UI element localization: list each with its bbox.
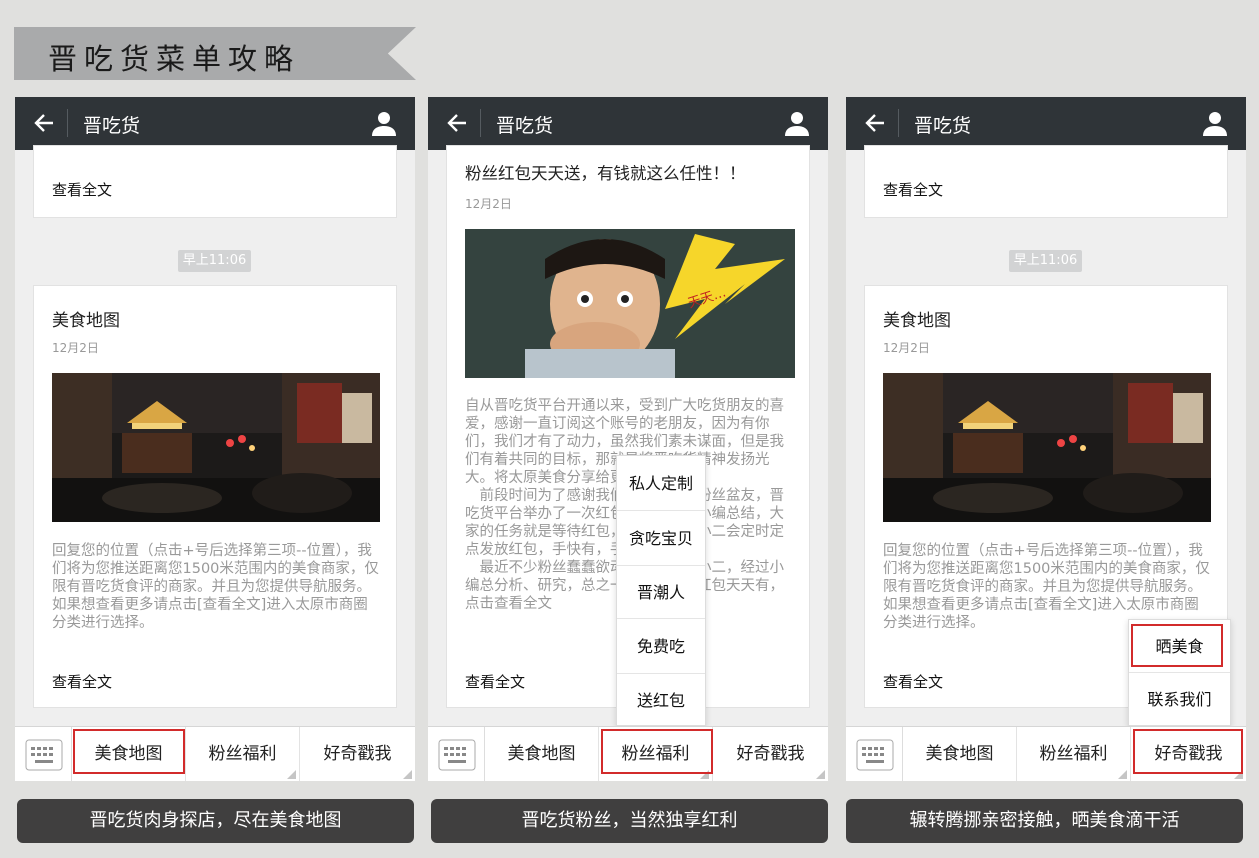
menu-food-map[interactable]: 美食地图 [72, 727, 186, 781]
menu-food-map[interactable]: 美食地图 [485, 727, 599, 781]
menu-fan-benefits[interactable]: 粉丝福利 [599, 727, 713, 781]
user-profile-icon[interactable] [1202, 110, 1228, 136]
submenu-item[interactable]: 免费吃 [617, 619, 705, 674]
submenu-item[interactable]: 送红包 [617, 674, 705, 727]
menu-label: 粉丝福利 [1039, 744, 1108, 764]
menu-label: 好奇戳我 [736, 744, 805, 764]
time-badge: 早上11:06 [178, 250, 251, 272]
article-card[interactable]: 美食地图 12月2日 回复您的位置（点击+号后选择第三项--位置），我们将为您推… [33, 285, 397, 708]
menu-label: 好奇戳我 [1154, 744, 1223, 764]
submenu-popup: 私人定制 贪吃宝贝 晋潮人 免费吃 送红包 [616, 455, 706, 726]
submenu-indicator-icon [700, 770, 709, 779]
night-street-photo [52, 373, 380, 522]
article-title: 美食地图 [52, 311, 120, 331]
custom-menu-bar: 美食地图 粉丝福利 好奇戳我 [428, 726, 828, 781]
menu-label: 粉丝福利 [208, 744, 277, 764]
user-profile-icon[interactable] [784, 110, 810, 136]
article-body: 回复您的位置（点击+号后选择第三项--位置），我们将为您推送距离您1500米范围… [52, 543, 379, 631]
submenu-item[interactable]: 晒美食 [1129, 620, 1230, 673]
caption-2: 晋吃货粉丝，当然独享红利 [431, 799, 828, 843]
previous-article-card: 查看全文 [33, 145, 397, 218]
submenu-item[interactable]: 贪吃宝贝 [617, 511, 705, 566]
keyboard-icon [856, 739, 894, 771]
user-profile-icon[interactable] [371, 110, 397, 136]
back-arrow-icon[interactable] [33, 111, 55, 135]
chat-title: 晋吃货 [496, 115, 554, 137]
phone-screen-3: 晋吃货 查看全文 早上11:06 美食地图 12月2日 回复您的位置（点击+号后… [846, 97, 1246, 781]
article-date: 12月2日 [52, 341, 99, 355]
divider [67, 109, 68, 137]
article-title: 美食地图 [883, 311, 951, 331]
view-full-link[interactable]: 查看全文 [883, 671, 943, 692]
banner-title: 晋吃货菜单攻略 [48, 42, 301, 76]
time-badge: 早上11:06 [1009, 250, 1082, 272]
menu-label: 好奇戳我 [323, 744, 392, 764]
submenu-item[interactable]: 私人定制 [617, 456, 705, 511]
submenu-item[interactable]: 晋潮人 [617, 566, 705, 619]
submenu-popup: 晒美食 联系我们 [1128, 619, 1231, 726]
caption-1: 晋吃货肉身探店，尽在美食地图 [17, 799, 414, 843]
titlebar: 晋吃货 [428, 97, 828, 150]
article-date: 12月2日 [883, 341, 930, 355]
phone-screen-2: 晋吃货 粉丝红包天天送，有钱就这么任性！！ 12月2日 天天… 自从晋吃货平台开… [428, 97, 828, 781]
night-street-photo [883, 373, 1211, 522]
view-full-link[interactable]: 查看全文 [52, 179, 112, 200]
menu-curious[interactable]: 好奇戳我 [1131, 727, 1246, 781]
back-arrow-icon[interactable] [864, 111, 886, 135]
view-full-link[interactable]: 查看全文 [883, 179, 943, 200]
menu-label: 粉丝福利 [621, 744, 690, 764]
submenu-indicator-icon [816, 770, 825, 779]
cover-photo: 天天… [465, 229, 795, 378]
chat-title: 晋吃货 [83, 115, 141, 137]
keyboard-toggle[interactable] [846, 727, 903, 781]
chat-title: 晋吃货 [914, 115, 972, 137]
titlebar: 晋吃货 [846, 97, 1246, 150]
view-full-link[interactable]: 查看全文 [52, 671, 112, 692]
menu-curious[interactable]: 好奇戳我 [713, 727, 828, 781]
caption-3: 辗转腾挪亲密接触，晒美食滴干活 [846, 799, 1243, 843]
submenu-item[interactable]: 联系我们 [1129, 673, 1230, 727]
divider [898, 109, 899, 137]
menu-fan-benefits[interactable]: 粉丝福利 [1017, 727, 1131, 781]
back-arrow-icon[interactable] [446, 111, 468, 135]
menu-curious[interactable]: 好奇戳我 [300, 727, 415, 781]
custom-menu-bar: 美食地图 粉丝福利 好奇戳我 [846, 726, 1246, 781]
phone-screen-1: 晋吃货 查看全文 早上11:06 美食地图 12月2日 回复您的位置（点击+号后… [15, 97, 415, 781]
custom-menu-bar: 美食地图 粉丝福利 好奇戳我 [15, 726, 415, 781]
article-title: 粉丝红包天天送，有钱就这么任性！！ [465, 164, 746, 183]
article-date: 12月2日 [465, 197, 512, 211]
view-full-link[interactable]: 查看全文 [465, 671, 525, 692]
previous-article-card: 查看全文 [864, 145, 1228, 218]
menu-food-map[interactable]: 美食地图 [903, 727, 1017, 781]
keyboard-toggle[interactable] [15, 727, 72, 781]
divider [480, 109, 481, 137]
keyboard-icon [25, 739, 63, 771]
submenu-indicator-icon [1234, 770, 1243, 779]
titlebar: 晋吃货 [15, 97, 415, 150]
submenu-indicator-icon [287, 770, 296, 779]
submenu-indicator-icon [1118, 770, 1127, 779]
submenu-indicator-icon [403, 770, 412, 779]
menu-fan-benefits[interactable]: 粉丝福利 [186, 727, 300, 781]
keyboard-toggle[interactable] [428, 727, 485, 781]
keyboard-icon [438, 739, 476, 771]
